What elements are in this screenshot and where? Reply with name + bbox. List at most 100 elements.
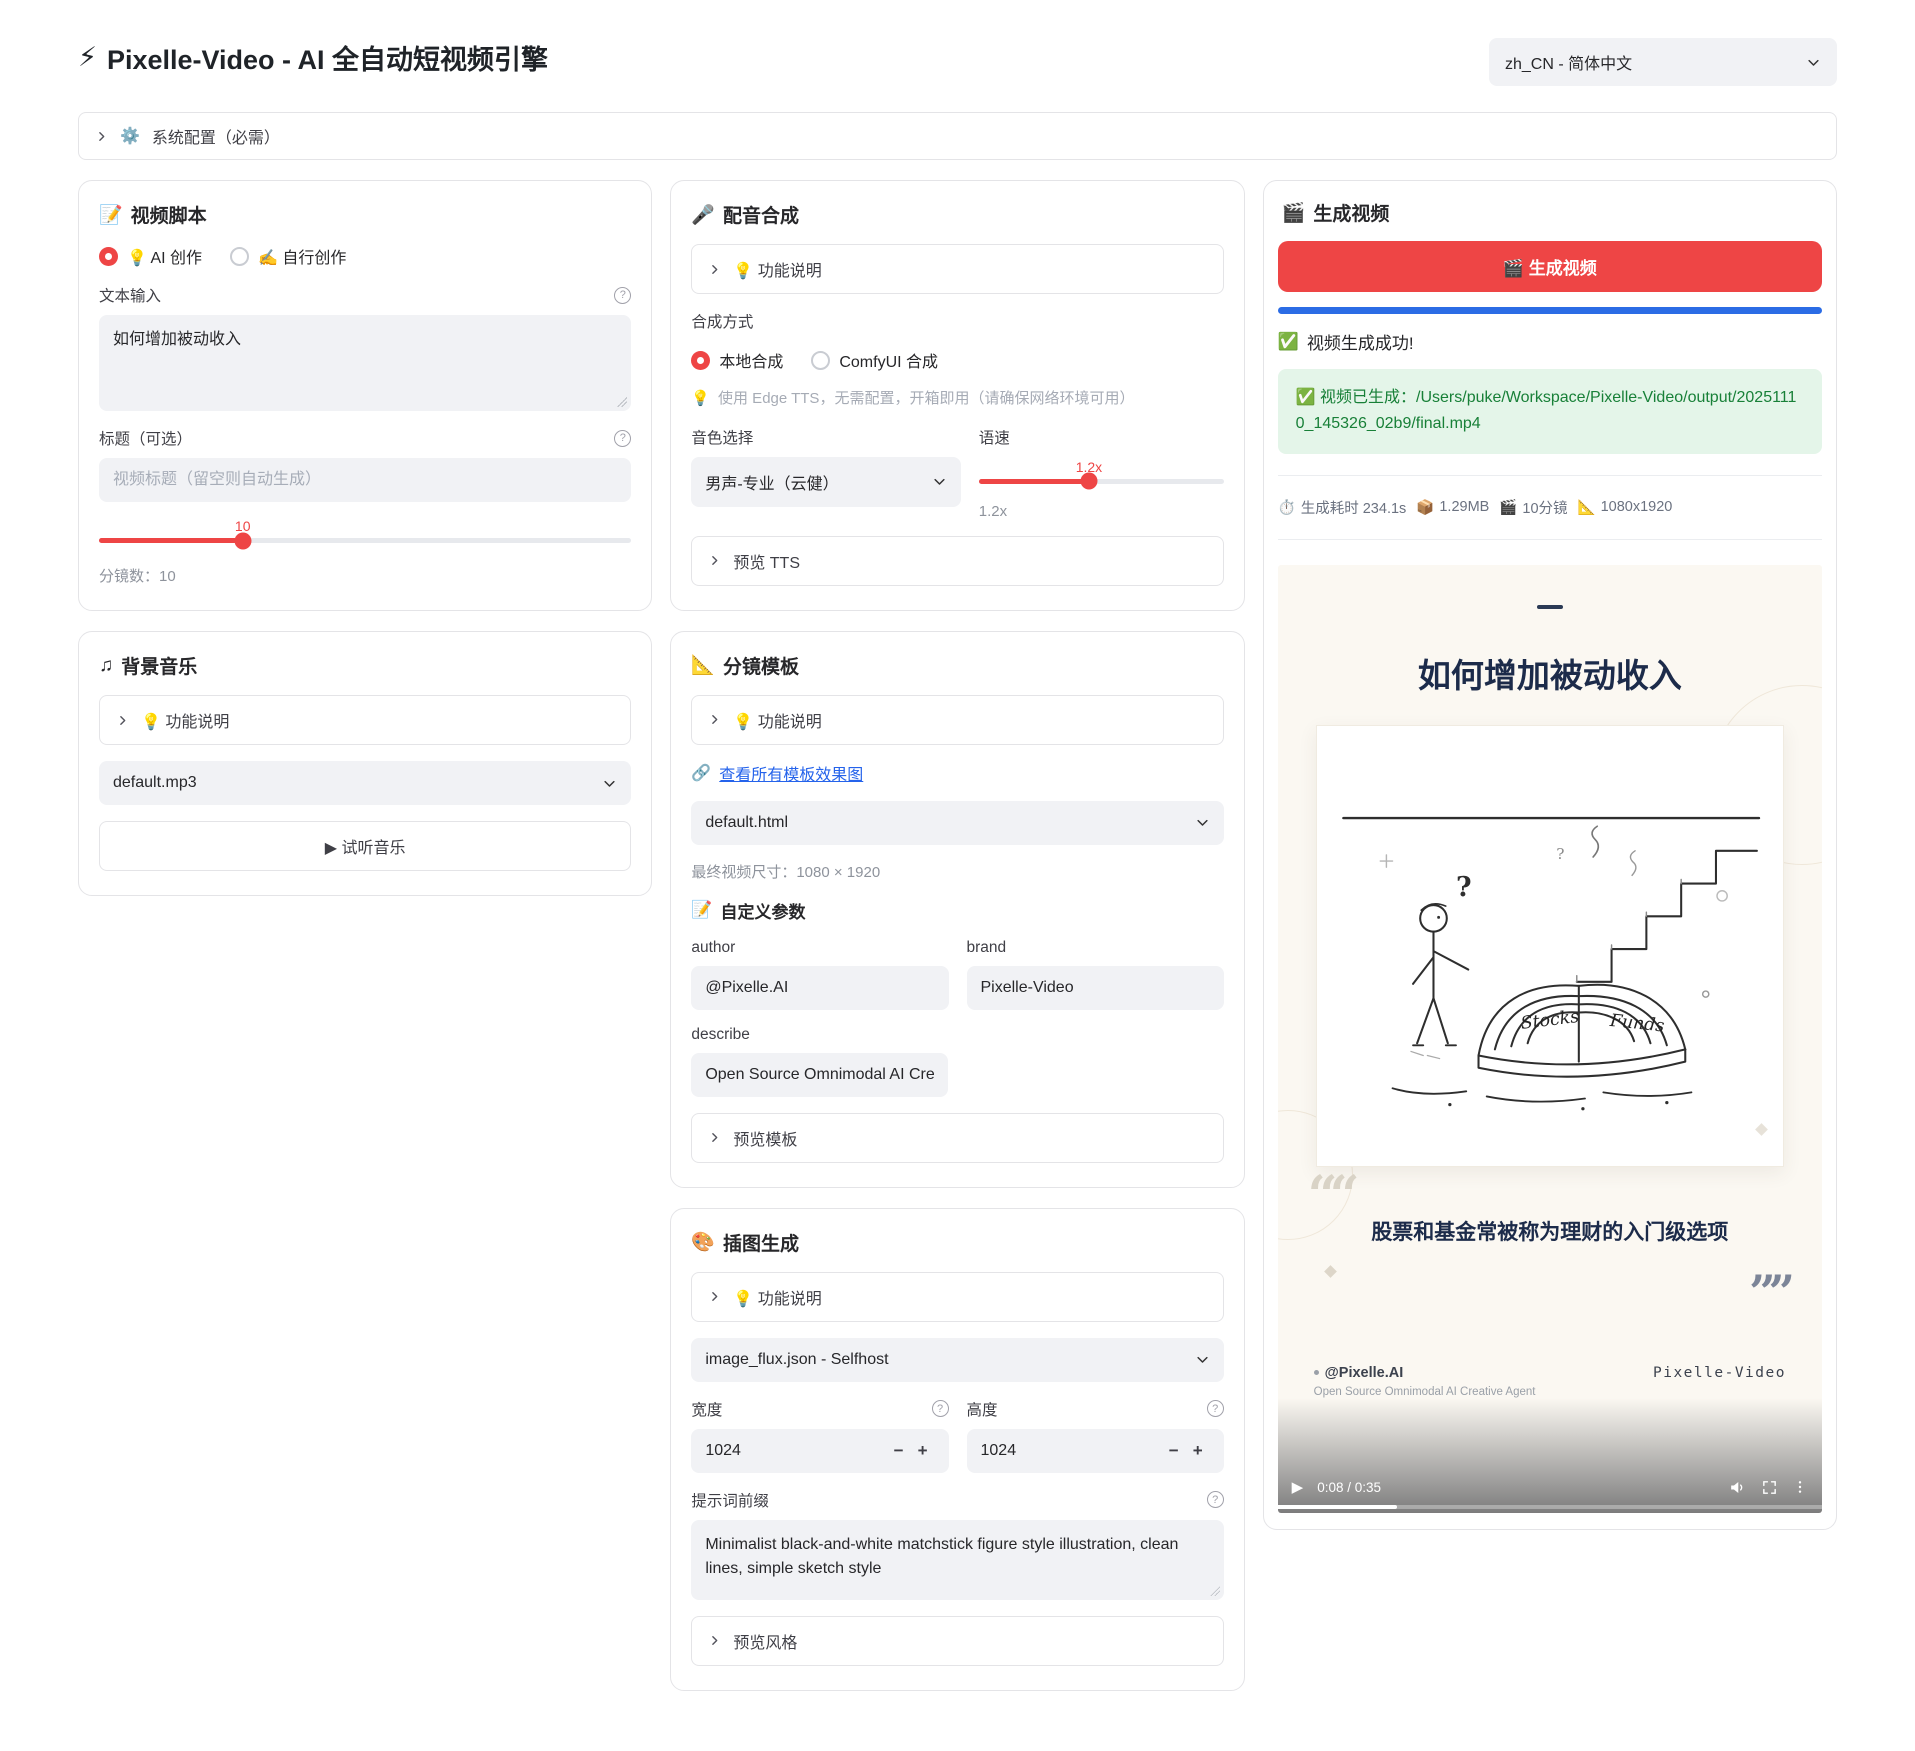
custom-params-title: 📝 自定义参数 [691, 898, 1223, 923]
slider-track[interactable] [979, 479, 1224, 484]
image-card: 🎨 插图生成 💡 功能说明 image_flux.json - Selfhost [670, 1208, 1244, 1691]
tts-mode-label: 合成方式 [691, 310, 1223, 332]
plus-button[interactable]: + [911, 1441, 935, 1461]
speed-readout: 1.2x [979, 503, 1224, 520]
voice-label: 音色选择 [691, 426, 960, 448]
width-input[interactable] [705, 1442, 886, 1460]
prompt-prefix-input[interactable]: Minimalist black-and-white matchstick fi… [691, 1520, 1223, 1600]
svg-text:Funds: Funds [1608, 1011, 1665, 1037]
resize-handle[interactable] [617, 397, 627, 407]
package-icon: 📦 [1416, 499, 1434, 516]
chevron-right-icon [708, 1290, 721, 1303]
slider-track[interactable] [99, 538, 631, 543]
template-card-title: 📐 分镜模板 [691, 652, 1223, 679]
brand-input[interactable] [967, 966, 1224, 1010]
author-input[interactable] [691, 966, 948, 1010]
play-icon[interactable]: ▶ [1292, 1478, 1304, 1496]
tts-preview-accordion[interactable]: 预览 TTS [691, 536, 1223, 586]
language-select[interactable]: zh_CN - 简体中文 [1489, 38, 1837, 86]
tts-info-accordion[interactable]: 💡 功能说明 [691, 244, 1223, 294]
memo-icon: 📝 [99, 203, 123, 227]
template-select[interactable]: default.html [691, 801, 1223, 845]
system-config-label: 系统配置（必需） [152, 124, 280, 148]
template-info-accordion[interactable]: 💡 功能说明 [691, 695, 1223, 745]
help-icon[interactable] [614, 430, 631, 447]
plus-button[interactable]: + [1186, 1441, 1210, 1461]
system-config-accordion[interactable]: ⚙️ 系统配置（必需） [78, 112, 1837, 160]
storyboard-count-text: 分镜数：10 [99, 565, 631, 586]
script-text-input[interactable]: 如何增加被动收入 [99, 315, 631, 411]
height-input[interactable] [981, 1442, 1162, 1460]
music-card-title: ♫ 背景音乐 [99, 652, 631, 679]
storyboard-slider[interactable]: 10 [99, 518, 631, 543]
radio-comfyui-tts[interactable]: ComfyUI 合成 [811, 348, 938, 372]
generation-progress-bar [1278, 307, 1822, 314]
video-player[interactable]: 如何增加被动收入 [1278, 565, 1822, 1513]
radio-manual-create[interactable]: ✍️ 自行创作 [230, 244, 346, 268]
radio-selected-icon[interactable] [99, 247, 118, 266]
script-mode-radio-group: 💡 AI 创作 ✍️ 自行创作 [99, 244, 631, 268]
video-brand: Pixelle-Video [1653, 1365, 1786, 1381]
image-info-accordion[interactable]: 💡 功能说明 [691, 1272, 1223, 1322]
voice-select[interactable]: 男声-专业（云健） [691, 457, 960, 507]
edge-tts-hint: 💡 使用 Edge TTS，无需配置，开箱即用（请确保网络环境可用） [691, 388, 1223, 410]
video-author-sub: Open Source Omnimodal AI Creative Agent [1314, 1386, 1536, 1398]
author-label: author [691, 939, 948, 957]
check-icon: ✅ [1296, 389, 1316, 406]
ruler-icon: 📐 [1578, 499, 1596, 516]
describe-input[interactable] [691, 1053, 948, 1097]
slider-handle[interactable] [1080, 473, 1097, 490]
kebab-menu-icon[interactable] [1792, 1478, 1808, 1496]
radio-local-tts[interactable]: 本地合成 [691, 348, 783, 372]
minus-button[interactable]: − [1162, 1441, 1186, 1461]
height-stepper[interactable]: − + [967, 1429, 1224, 1473]
music-file-select[interactable]: default.mp3 [99, 761, 631, 805]
chevron-down-icon [602, 776, 617, 791]
video-author: @Pixelle.AI [1314, 1365, 1536, 1381]
video-slide-title: 如何增加被动收入 [1278, 649, 1822, 697]
chevron-right-icon [708, 1634, 721, 1647]
generate-video-button[interactable]: 🎬 生成视频 [1278, 241, 1822, 292]
music-info-accordion[interactable]: 💡 功能说明 [99, 695, 631, 745]
music-card: ♫ 背景音乐 💡 功能说明 default.mp3 ▶ 试听音乐 [78, 631, 652, 896]
fullscreen-icon[interactable] [1761, 1479, 1778, 1496]
video-title-input[interactable] [99, 458, 631, 502]
help-icon[interactable] [1207, 1491, 1224, 1508]
help-icon[interactable] [614, 287, 631, 304]
script-card: 📝 视频脚本 💡 AI 创作 ✍️ 自行创作 文本输入 [78, 180, 652, 611]
image-card-title: 🎨 插图生成 [691, 1229, 1223, 1256]
width-stepper[interactable]: − + [691, 1429, 948, 1473]
style-preview-accordion[interactable]: 预览风格 [691, 1616, 1223, 1666]
check-icon: ✅ [1278, 332, 1299, 352]
stat-duration: ⏱️ 生成耗时 234.1s [1278, 497, 1407, 518]
radio-unselected-icon[interactable] [811, 351, 830, 370]
ruler-icon: 📐 [691, 653, 715, 677]
video-controls: ▶ 0:08 / 0:35 [1292, 1478, 1808, 1497]
volume-icon[interactable] [1728, 1478, 1747, 1497]
minus-button[interactable]: − [887, 1441, 911, 1461]
help-icon[interactable] [932, 1400, 949, 1417]
radio-ai-create[interactable]: 💡 AI 创作 [99, 244, 202, 268]
radio-unselected-icon[interactable] [230, 247, 249, 266]
chevron-right-icon [708, 263, 721, 276]
video-progress-bar[interactable] [1278, 1505, 1822, 1509]
speed-slider[interactable]: 1.2x [979, 459, 1224, 484]
page-title: ⚡ Pixelle-Video - AI 全自动短视频引擎 [78, 38, 548, 77]
template-preview-accordion[interactable]: 预览模板 [691, 1113, 1223, 1163]
resize-handle[interactable] [1210, 1586, 1220, 1596]
video-footer: @Pixelle.AI Open Source Omnimodal AI Cre… [1314, 1365, 1786, 1398]
gear-icon: ⚙️ [120, 126, 140, 146]
radio-selected-icon[interactable] [691, 351, 710, 370]
play-music-button[interactable]: ▶ 试听音乐 [99, 821, 631, 871]
workflow-select[interactable]: image_flux.json - Selfhost [691, 1338, 1223, 1382]
svg-text:Stocks: Stocks [1519, 1007, 1580, 1034]
tts-card: 🎤 配音合成 💡 功能说明 合成方式 本地合成 [670, 180, 1244, 611]
slider-handle[interactable] [234, 532, 251, 549]
microphone-icon: 🎤 [691, 203, 715, 227]
decor-diamond [1324, 1265, 1337, 1278]
height-label: 高度 [967, 1398, 998, 1420]
view-templates-link[interactable]: 查看所有模板效果图 [719, 761, 863, 785]
help-icon[interactable] [1207, 1400, 1224, 1417]
template-card: 📐 分镜模板 💡 功能说明 🔗 查看所有模板效果图 default.html [670, 631, 1244, 1188]
generation-stats: ⏱️ 生成耗时 234.1s 📦 1.29MB 🎬 10分镜 📐 1080x19… [1278, 497, 1822, 518]
